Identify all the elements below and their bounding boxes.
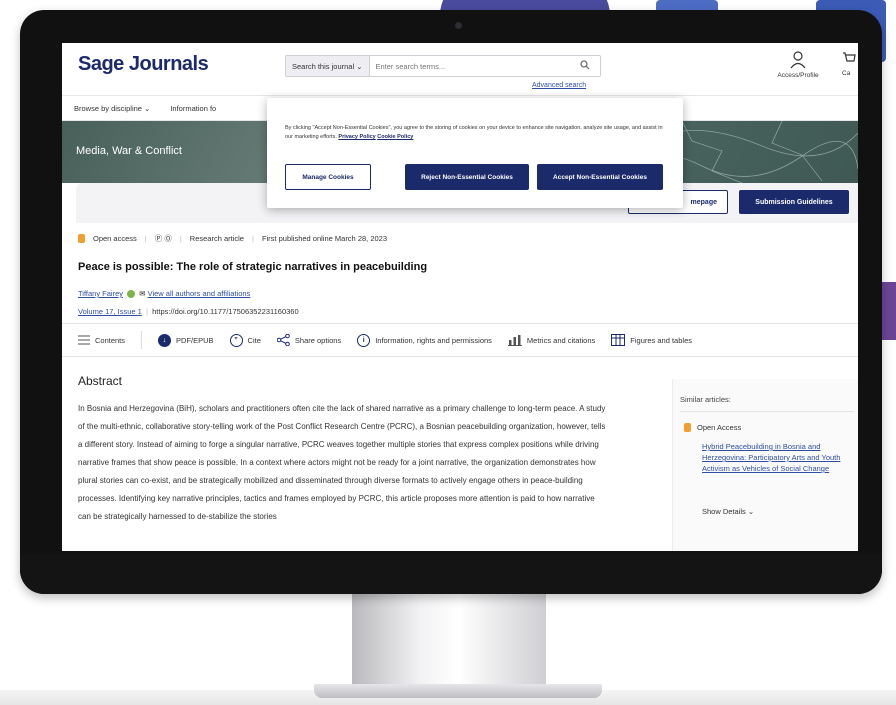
similar-articles-heading: Similar articles: xyxy=(680,395,731,404)
submission-guidelines-button[interactable]: Submission Guidelines xyxy=(739,190,849,214)
monitor-chin xyxy=(20,554,882,594)
share-options-button[interactable]: Share options xyxy=(276,334,342,346)
search-input[interactable] xyxy=(369,56,580,76)
open-access-label: Open Access xyxy=(697,423,742,432)
reject-cookies-button[interactable]: Reject Non-Essential Cookies xyxy=(405,164,529,190)
open-access-row: Open Access xyxy=(684,423,741,432)
divider: | xyxy=(144,234,147,243)
chevron-down-icon: ⌄ xyxy=(144,103,151,113)
access-profile-label: Access/Profile xyxy=(777,72,819,79)
volume-row: Volume 17, Issue 1 | https://doi.org/10.… xyxy=(78,307,299,316)
article-tools-bar: Contents ↓ PDF/EPUB ” Cite Share options… xyxy=(62,323,858,357)
quote-icon: ” xyxy=(229,333,243,347)
cart-label: Ca xyxy=(842,70,851,77)
contents-label: Contents xyxy=(95,335,126,345)
information-rights-button[interactable]: i Information, rights and permissions xyxy=(357,333,492,347)
cookie-policy-link[interactable]: Cookie Policy xyxy=(377,134,413,140)
share-options-label: Share options xyxy=(294,335,342,345)
manage-cookies-button[interactable]: Manage Cookies xyxy=(285,164,371,190)
show-details-button[interactable]: Show Details ⌄ xyxy=(702,507,754,516)
article-type: Research article xyxy=(189,234,244,243)
browser-screen: Sage Journals Search this journal ⌄ Adva… xyxy=(62,43,858,551)
open-access-label: Open access xyxy=(93,234,137,243)
cart-button[interactable]: Ca xyxy=(842,51,856,77)
accept-cookies-button[interactable]: Accept Non-Essential Cookies xyxy=(537,164,663,190)
cart-icon xyxy=(843,52,856,62)
site-header: Sage Journals Search this journal ⌄ Adva… xyxy=(62,43,858,95)
camera-icon xyxy=(455,22,462,29)
abstract-text: In Bosnia and Herzegovina (BiH), scholar… xyxy=(78,404,606,521)
pdf-epub-button[interactable]: ↓ PDF/EPUB xyxy=(158,333,214,347)
divider: | xyxy=(251,234,254,243)
table-icon xyxy=(611,334,626,346)
download-icon: ↓ xyxy=(158,333,172,347)
divider: | xyxy=(179,234,182,243)
cc-license-icon: Ⓟ Ⓞ xyxy=(154,234,172,243)
cookie-consent-text: By clicking "Accept Non-Essential Cookie… xyxy=(285,125,663,140)
search-scope-select[interactable]: Search this journal ⌄ xyxy=(286,56,370,76)
author-link[interactable]: Tiffany Fairey xyxy=(78,289,123,298)
journal-title[interactable]: Media, War & Conflict xyxy=(76,145,182,157)
doi-link[interactable]: https://doi.org/10.1177/1750635223116036… xyxy=(152,307,299,316)
nav-item-browse[interactable]: Browse by discipline ⌄ xyxy=(74,104,150,113)
information-rights-label: Information, rights and permissions xyxy=(375,335,492,345)
menu-icon xyxy=(78,335,90,345)
info-icon: i xyxy=(357,333,371,347)
search-bar: Search this journal ⌄ xyxy=(285,55,601,77)
article-title: Peace is possible: The role of strategic… xyxy=(78,261,428,273)
cite-button[interactable]: ” Cite xyxy=(229,333,261,347)
all-authors-link[interactable]: View all authors and affiliations xyxy=(148,289,251,298)
advanced-search-link[interactable]: Advanced search xyxy=(532,82,586,89)
article-meta: Open access | Ⓟ Ⓞ | Research article | F… xyxy=(78,233,387,244)
divider xyxy=(141,331,143,349)
cite-label: Cite xyxy=(247,335,261,345)
figures-tables-button[interactable]: Figures and tables xyxy=(611,334,692,346)
bar-chart-icon xyxy=(507,334,522,346)
search-scope-label: Search this journal xyxy=(292,61,355,71)
published-date: First published online March 28, 2023 xyxy=(261,234,388,243)
cookie-consent-dialog: By clicking "Accept Non-Essential Cookie… xyxy=(267,98,683,208)
monitor-stand xyxy=(352,594,546,686)
figures-tables-label: Figures and tables xyxy=(630,335,692,345)
orcid-icon[interactable] xyxy=(127,290,136,299)
chevron-down-icon: ⌄ xyxy=(747,507,755,516)
sage-journals-logo[interactable]: Sage Journals xyxy=(78,53,209,76)
mail-icon[interactable]: ✉ xyxy=(139,289,145,298)
share-icon xyxy=(276,334,290,346)
contents-button[interactable]: Contents xyxy=(78,335,125,345)
monitor-stand-base xyxy=(314,684,602,698)
access-profile-button[interactable]: Access/Profile xyxy=(768,51,828,79)
privacy-policy-link[interactable]: Privacy Policy xyxy=(338,134,375,140)
user-icon xyxy=(790,51,806,69)
nav-item-information[interactable]: Information fo xyxy=(170,104,216,113)
open-access-icon xyxy=(78,234,85,243)
metrics-label: Metrics and citations xyxy=(526,335,596,345)
pdf-epub-label: PDF/EPUB xyxy=(176,335,214,345)
divider xyxy=(680,411,854,412)
divider: | xyxy=(143,307,151,316)
volume-link[interactable]: Volume 17, Issue 1 xyxy=(78,307,142,316)
abstract-heading: Abstract xyxy=(78,374,123,388)
chevron-down-icon: ⌄ xyxy=(354,61,363,71)
authors-row: Tiffany Fairey ✉ View all authors and af… xyxy=(78,289,251,299)
open-access-icon xyxy=(684,423,691,432)
metrics-button[interactable]: Metrics and citations xyxy=(507,334,596,346)
similar-article-link[interactable]: Hybrid Peacebuilding in Bosnia and Herze… xyxy=(702,441,852,474)
search-icon[interactable] xyxy=(580,59,594,73)
